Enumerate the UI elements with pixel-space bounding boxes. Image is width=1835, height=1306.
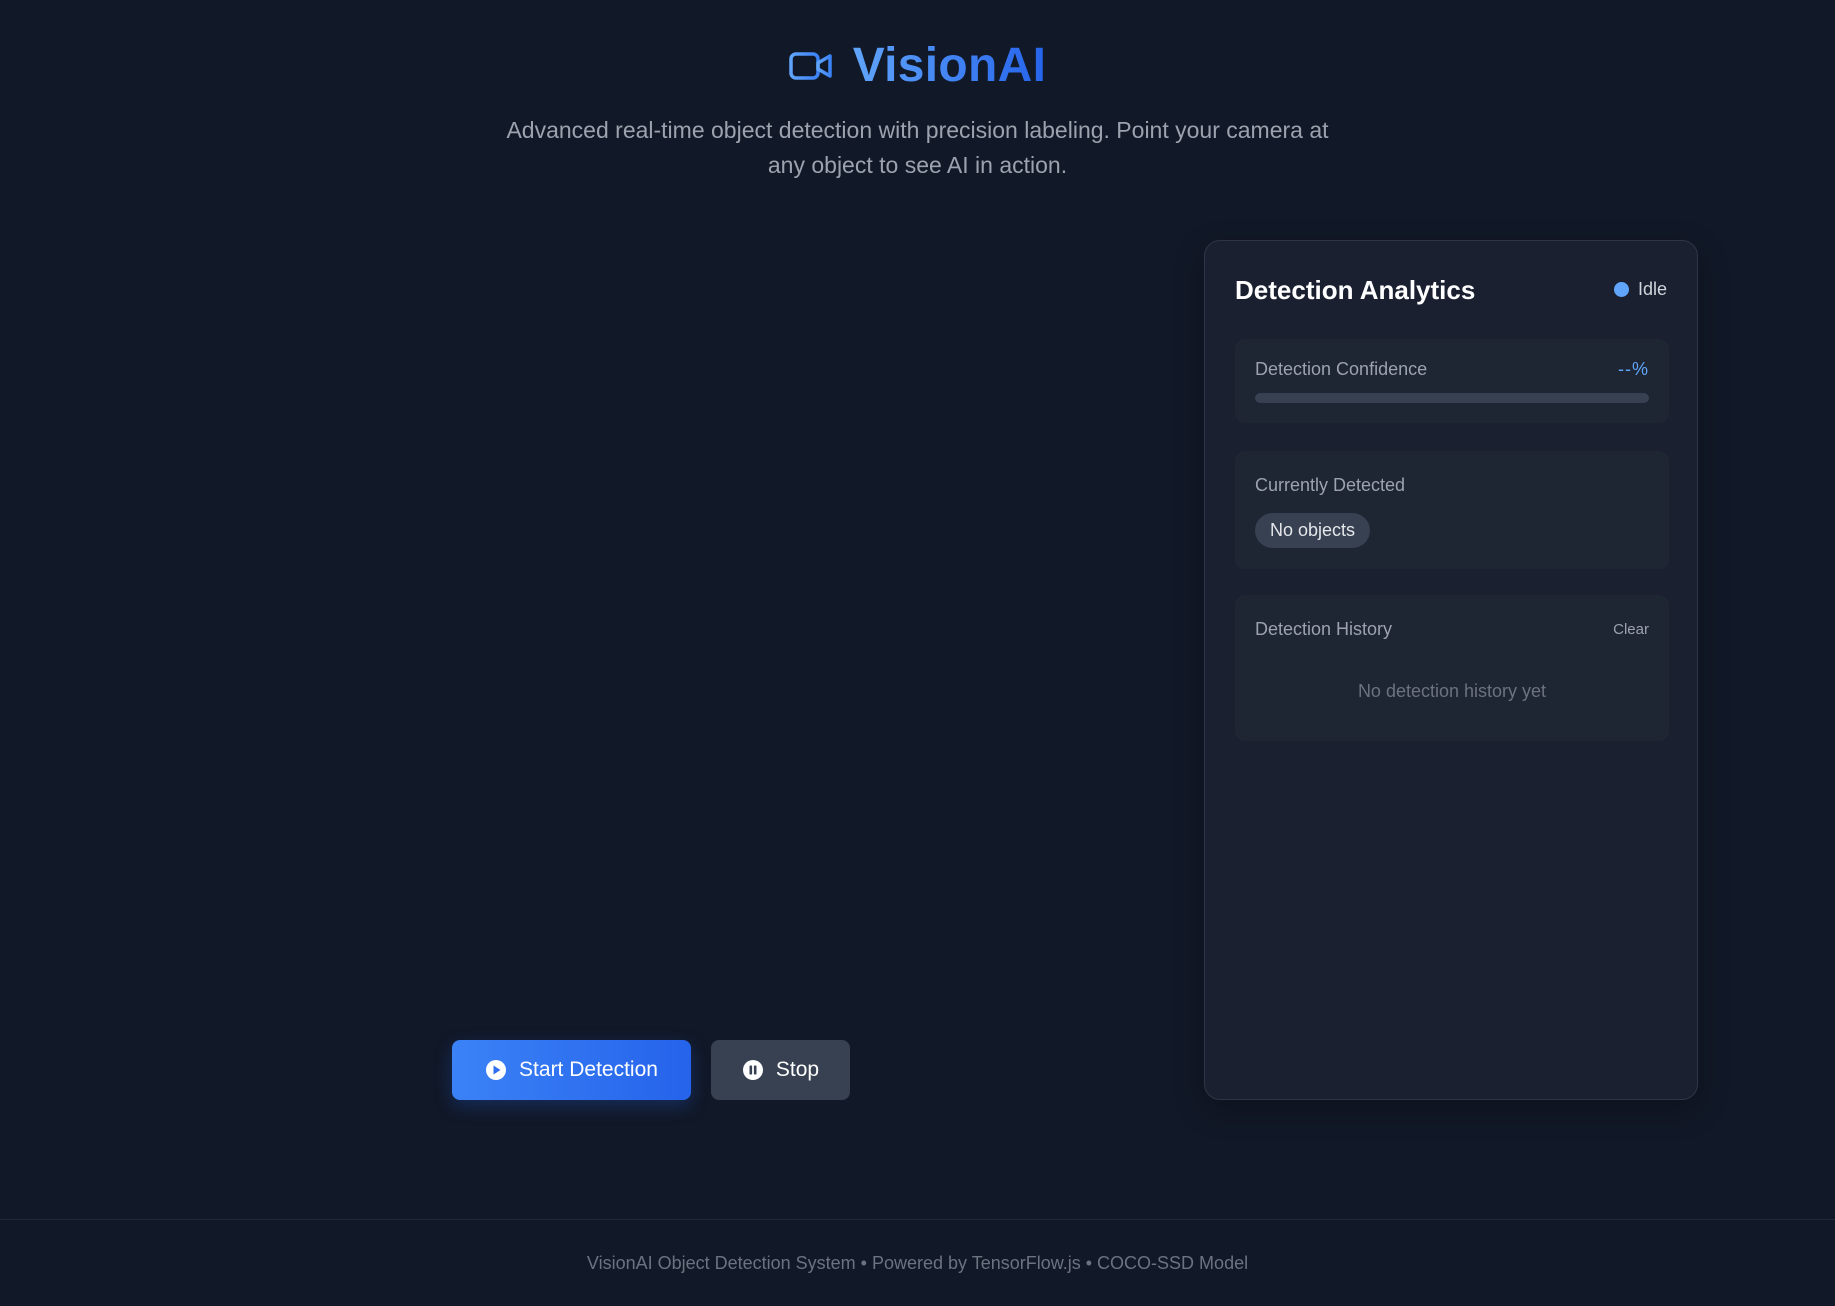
pause-circle-icon (742, 1059, 764, 1081)
detection-analytics-panel: Detection Analytics Idle Detection Confi… (1204, 240, 1698, 1100)
clear-history-button[interactable]: Clear (1613, 621, 1649, 638)
start-detection-button[interactable]: Start Detection (452, 1040, 691, 1100)
play-circle-icon (485, 1059, 507, 1081)
stop-label: Stop (775, 1058, 820, 1081)
panel-title: Detection Analytics (1235, 275, 1476, 305)
detection-history-card: Detection History Clear No detection his… (1235, 595, 1669, 741)
page-header: VisionAI Advanced real-time object detec… (0, 38, 1835, 183)
no-objects-badge: No objects (1255, 513, 1371, 548)
confidence-card: Detection Confidence --% (1235, 339, 1669, 423)
app-page: VisionAI Advanced real-time object detec… (0, 0, 1835, 1306)
app-title: VisionAI (852, 39, 1047, 92)
detection-history-label: Detection History (1255, 619, 1393, 639)
video-camera-icon (788, 49, 833, 83)
status-indicator: Idle (1613, 279, 1667, 300)
status-text: Idle (1637, 279, 1667, 299)
start-detection-label: Start Detection (519, 1058, 658, 1081)
detection-controls: Start Detection Stop (452, 1040, 850, 1100)
confidence-value: --% (1618, 359, 1649, 379)
currently-detected-card: Currently Detected No objects (1235, 451, 1669, 569)
history-empty-message: No detection history yet (1357, 681, 1547, 701)
currently-detected-label: Currently Detected (1255, 475, 1406, 495)
brand: VisionAI (788, 38, 1047, 93)
page-footer: VisionAI Object Detection System • Power… (0, 1219, 1835, 1306)
footer-text: VisionAI Object Detection System • Power… (586, 1253, 1249, 1273)
confidence-label: Detection Confidence (1255, 359, 1428, 379)
confidence-progress-bar (1255, 393, 1649, 403)
status-dot-icon (1613, 282, 1629, 297)
stop-button[interactable]: Stop (711, 1040, 850, 1100)
app-subtitle: Advanced real-time object detection with… (506, 117, 1329, 178)
